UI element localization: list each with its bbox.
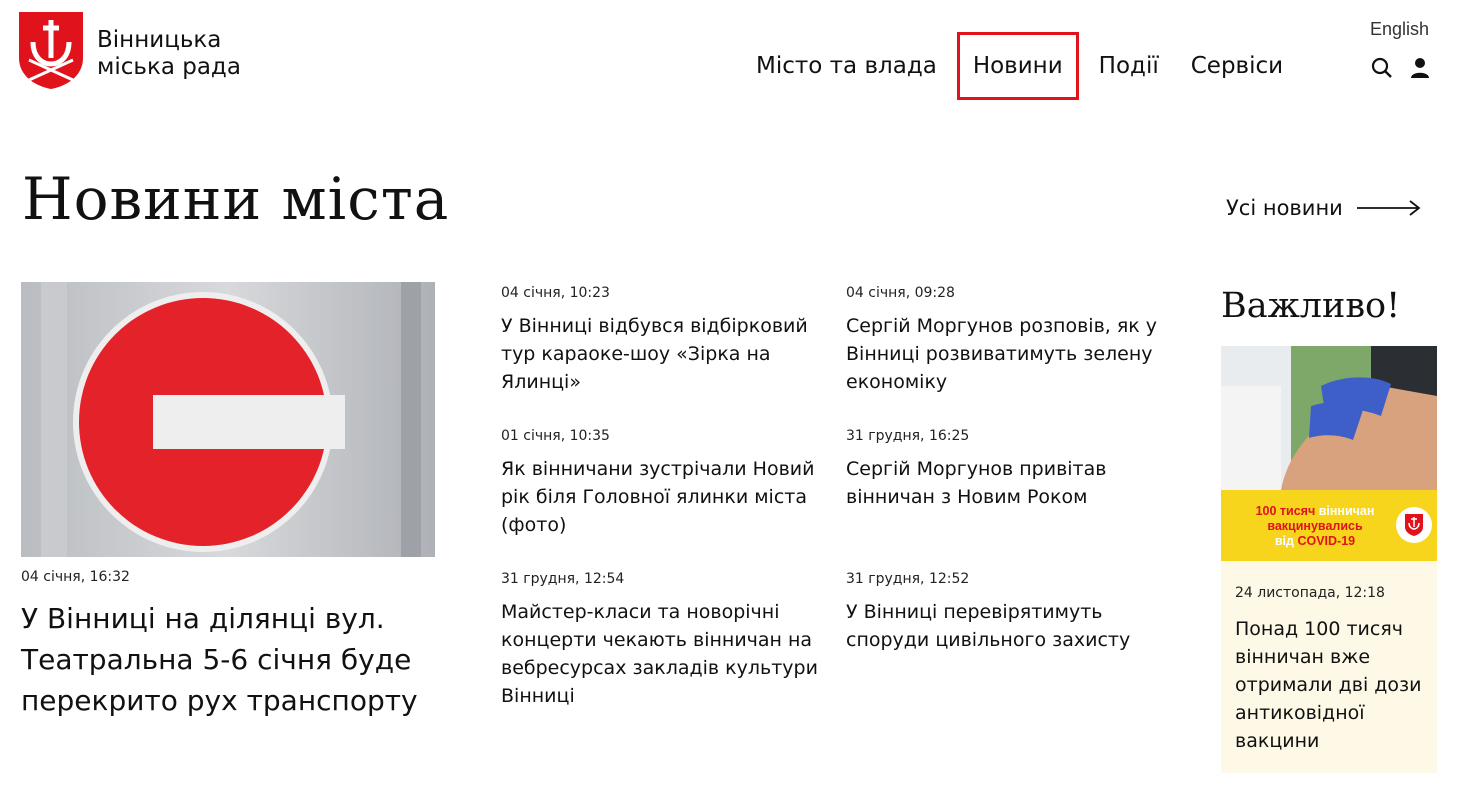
featured-news-title[interactable]: У Вінниці на ділянці вул. Театральна 5-6… (21, 598, 451, 721)
news-date: 04 січня, 10:23 (501, 285, 610, 301)
important-date: 24 листопада, 12:18 (1235, 585, 1385, 601)
news-date: 31 грудня, 12:52 (846, 571, 970, 587)
site-logo[interactable]: Вінницька міська рада (17, 10, 241, 90)
no-entry-sign-image (21, 282, 435, 557)
news-item: 01 січня, 10:35 Як вінничани зустрічали … (501, 427, 821, 539)
vaccination-banner: 100 тисяч вінничан вакцинувались від COV… (1221, 490, 1437, 561)
nav-item-services[interactable]: Сервіси (1175, 32, 1299, 100)
news-item: 31 грудня, 16:25 Сергій Моргунов привіта… (846, 427, 1166, 511)
main-nav: Місто та влада Новини Події Сервіси (740, 32, 1299, 100)
coat-of-arms-badge-icon (1396, 507, 1432, 543)
nav-item-events[interactable]: Події (1083, 32, 1175, 100)
news-title-link[interactable]: Як вінничани зустрічали Новий рік біля Г… (501, 455, 821, 539)
page-title: Новини міста (22, 165, 450, 233)
news-title-link[interactable]: У Вінниці відбувся відбірковий тур карао… (501, 312, 821, 396)
banner-text-part: COVID-19 (1297, 534, 1356, 548)
news-date: 01 січня, 10:35 (501, 428, 610, 444)
arrow-right-icon (1356, 200, 1421, 216)
important-news-title[interactable]: Понад 100 тисяч вінничан вже отримали дв… (1235, 615, 1425, 755)
user-icon[interactable] (1408, 56, 1432, 80)
vaccination-photo: 100 тисяч вінничан вакцинувались від COV… (1221, 346, 1437, 561)
news-title-link[interactable]: Сергій Моргунов привітав вінничан з Нови… (846, 455, 1166, 511)
featured-news-image[interactable] (21, 282, 435, 557)
search-icon[interactable] (1370, 56, 1394, 80)
news-item: 31 грудня, 12:54 Майстер-класи та новорі… (501, 570, 821, 710)
news-title-link[interactable]: Сергій Моргунов розповів, як у Вінниці р… (846, 312, 1166, 396)
logo-text: Вінницька міська рада (97, 27, 241, 81)
news-item: 04 січня, 10:23 У Вінниці відбувся відбі… (501, 284, 821, 396)
banner-text-part: вакцинувались (1267, 519, 1363, 533)
header-icons (1370, 56, 1432, 80)
news-date: 04 січня, 09:28 (846, 285, 955, 301)
logo-line-1: Вінницька (97, 27, 222, 53)
banner-text-part: від (1274, 534, 1294, 548)
banner-text-part: 100 тисяч (1255, 504, 1316, 518)
all-news-link[interactable]: Усі новини (1226, 196, 1421, 220)
news-date: 31 грудня, 16:25 (846, 428, 970, 444)
city-coat-of-arms-icon (19, 12, 83, 89)
language-switch-link[interactable]: English (1370, 19, 1429, 40)
banner-text-part: вінничан (1318, 504, 1375, 518)
important-card[interactable]: 100 тисяч вінничан вакцинувались від COV… (1221, 346, 1437, 773)
nav-item-city-and-government[interactable]: Місто та влада (740, 32, 953, 100)
news-title-link[interactable]: Майстер-класи та новорічні концерти чека… (501, 598, 821, 710)
news-item: 31 грудня, 12:52 У Вінниці перевірятимут… (846, 570, 1166, 654)
vaccination-banner-text: 100 тисяч вінничан вакцинувались від COV… (1235, 504, 1395, 549)
nav-item-news[interactable]: Новини (956, 32, 1079, 100)
important-heading: Важливо! (1221, 286, 1401, 326)
all-news-label: Усі новини (1226, 196, 1343, 220)
news-title-link[interactable]: У Вінниці перевірятимуть споруди цивільн… (846, 598, 1166, 654)
news-date: 31 грудня, 12:54 (501, 571, 625, 587)
vaccination-scene-image (1221, 346, 1437, 490)
shield-icon (1405, 514, 1423, 536)
news-item: 04 січня, 09:28 Сергій Моргунов розповів… (846, 284, 1166, 396)
logo-line-2: міська рада (97, 54, 241, 80)
featured-news-date: 04 січня, 16:32 (21, 569, 130, 585)
